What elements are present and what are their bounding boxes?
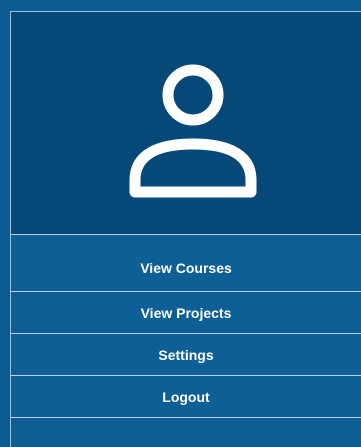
menu-item-label: Settings xyxy=(158,346,214,363)
menu-item-label: View Projects xyxy=(140,304,232,321)
panel-left-border xyxy=(0,0,9,447)
menu-item-settings[interactable]: Settings xyxy=(11,333,361,375)
sidebar-menu: View Courses View Projects Settings Logo… xyxy=(11,234,361,447)
profile-header xyxy=(11,12,361,234)
menu-item-label: Logout xyxy=(162,388,210,405)
menu-item-logout[interactable]: Logout xyxy=(11,375,361,417)
sidebar-panel: View Courses View Projects Settings Logo… xyxy=(0,0,361,447)
menu-item-label: View Courses xyxy=(140,260,232,276)
menu-empty-row xyxy=(11,417,361,447)
menu-item-view-courses[interactable]: View Courses xyxy=(11,234,361,291)
panel-top-border xyxy=(0,0,361,11)
menu-item-view-projects[interactable]: View Projects xyxy=(11,291,361,333)
user-icon[interactable] xyxy=(129,64,257,200)
